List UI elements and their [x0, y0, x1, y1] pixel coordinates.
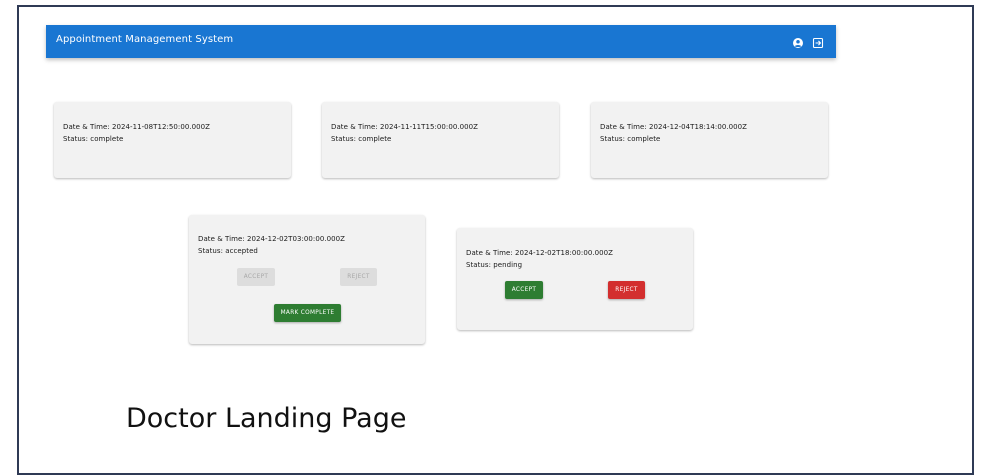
appointment-status: Status: complete [63, 135, 124, 143]
appointment-card-pending: Date & Time: 2024-12-02T18:00:00.000Z St… [457, 228, 693, 330]
appointment-card: Date & Time: 2024-11-11T15:00:00.000Z St… [322, 102, 559, 178]
appointment-status: Status: accepted [198, 247, 258, 255]
accept-button[interactable]: ACCEPT [237, 268, 275, 286]
account-circle-icon[interactable] [792, 34, 804, 48]
mark-complete-button[interactable]: MARK COMPLETE [274, 304, 341, 322]
app-bar-actions [792, 34, 824, 49]
appointment-card-accepted: Date & Time: 2024-12-02T03:00:00.000Z St… [189, 215, 425, 344]
appointment-card: Date & Time: 2024-11-08T12:50:00.000Z St… [54, 102, 291, 178]
appointment-status: Status: complete [600, 135, 661, 143]
reject-button[interactable]: REJECT [608, 281, 645, 299]
logout-icon[interactable] [812, 34, 824, 49]
page-caption: Doctor Landing Page [126, 403, 407, 434]
appointment-datetime: Date & Time: 2024-12-02T03:00:00.000Z [198, 235, 345, 243]
accept-button[interactable]: ACCEPT [505, 281, 543, 299]
appointment-datetime: Date & Time: 2024-11-08T12:50:00.000Z [63, 123, 210, 131]
appointment-datetime: Date & Time: 2024-12-04T18:14:00.000Z [600, 123, 747, 131]
appointment-status: Status: pending [466, 261, 523, 269]
appointment-datetime: Date & Time: 2024-11-11T15:00:00.000Z [331, 123, 478, 131]
appointment-status: Status: complete [331, 135, 392, 143]
app-title: Appointment Management System [56, 34, 234, 45]
appointment-card: Date & Time: 2024-12-04T18:14:00.000Z St… [591, 102, 828, 178]
app-bar: Appointment Management System [46, 25, 836, 58]
appointment-datetime: Date & Time: 2024-12-02T18:00:00.000Z [466, 249, 613, 257]
reject-button[interactable]: REJECT [340, 268, 377, 286]
